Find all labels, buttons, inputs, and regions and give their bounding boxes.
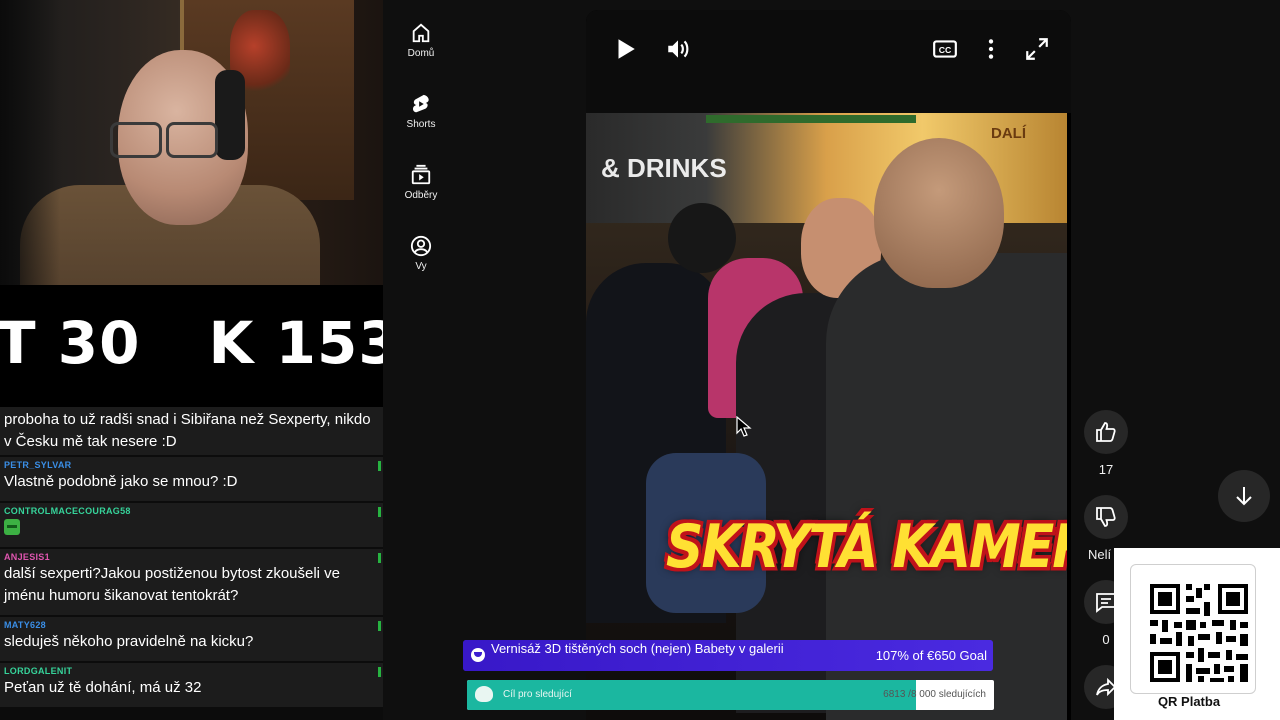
chat-message-text: Peťan už tě dohání, má už 32 — [4, 679, 202, 696]
thumbs-up-icon — [1096, 422, 1116, 442]
like-count: 17 — [1098, 462, 1114, 477]
person-left-hat — [668, 203, 736, 273]
chat-username[interactable]: CONTROLMACECOURAG58 — [4, 505, 379, 517]
nav-item-home[interactable]: Domů — [383, 22, 459, 59]
chat-message-text: sleduješ někoho pravidelně na kicku? — [4, 633, 254, 650]
chat-message: MATY628 sleduješ někoho pravidelně na ki… — [0, 617, 383, 663]
streamer-glasses — [110, 122, 230, 158]
cup-icon — [471, 648, 485, 662]
qr-code-icon — [1150, 584, 1248, 682]
volume-icon[interactable] — [665, 36, 691, 62]
next-video-button[interactable] — [1218, 470, 1270, 522]
like-button[interactable] — [1084, 410, 1128, 454]
chat-username[interactable]: MATY628 — [4, 619, 379, 631]
svg-text:CC: CC — [939, 45, 952, 55]
shorts-player[interactable]: CC & DRINKS DALÍ SKRYTÁ KAMERA — [586, 10, 1071, 720]
chat-message: CONTROLMACECOURAG58 — [0, 503, 383, 549]
chat-username[interactable]: PETR_SYLVAR — [4, 459, 379, 471]
chat-username[interactable]: LORDGALENIT — [4, 665, 379, 677]
scoreboard-text: T 30 K 153 — [0, 309, 383, 377]
nav-item-you[interactable]: Vy — [383, 235, 459, 272]
score-right: K 153 — [208, 309, 383, 377]
follower-goal-widget: Cíl pro sledující 6813 /8 000 sledujícíc… — [467, 680, 994, 710]
more-options-icon[interactable] — [978, 36, 1004, 62]
nav-label-subscriptions: Odběry — [404, 190, 438, 201]
donation-goal-widget: Vernisáž 3D tištěných soch (nejen) Babet… — [463, 640, 993, 671]
nav-label-shorts: Shorts — [406, 119, 436, 130]
home-icon — [412, 23, 430, 43]
chat-username[interactable]: ANJESIS1 — [4, 551, 379, 563]
follower-goal-label: Cíl pro sledující — [503, 689, 572, 700]
chat-emote-icon — [4, 519, 20, 535]
score-left: T 30 — [0, 309, 141, 377]
subscriptions-icon — [411, 164, 431, 185]
person-right-head — [874, 138, 1004, 288]
follower-goal-count: 6813 /8 000 sledujících — [883, 689, 986, 700]
stream-chat: proboha to už radši snad i Sibiřana než … — [0, 407, 383, 720]
nav-item-subscriptions[interactable]: Odběry — [383, 164, 459, 201]
qr-label: QR Platba — [1157, 694, 1221, 709]
video-frame[interactable]: & DRINKS DALÍ SKRYTÁ KAMERA — [586, 113, 1067, 720]
shorts-icon — [412, 94, 429, 113]
webcam-shadow — [0, 0, 60, 285]
player-controls: CC — [586, 10, 1071, 113]
thumbs-down-icon — [1096, 507, 1116, 527]
video-caption: SKRYTÁ KAMERA — [666, 513, 1067, 582]
chat-message: LORDGALENIT Peťan už tě dohání, má už 32 — [0, 663, 383, 709]
chat-message-text: další sexperti?Jakou postiženou bytost z… — [4, 565, 341, 604]
webcam-feed — [0, 0, 383, 285]
arrow-down-icon — [1236, 487, 1252, 506]
chat-message: ANJESIS1 další sexperti?Jakou postiženou… — [0, 549, 383, 617]
drinks-sign: & DRINKS — [601, 153, 727, 183]
fullscreen-icon[interactable] — [1024, 36, 1050, 62]
chat-message: proboha to už radši snad i Sibiřana než … — [0, 407, 383, 457]
nav-item-shorts[interactable]: Shorts — [383, 93, 459, 130]
qr-payment-panel: QR Platba — [1114, 548, 1280, 720]
donation-goal-title: Vernisáž 3D tištěných soch (nejen) Babet… — [491, 641, 784, 656]
account-icon — [410, 235, 432, 257]
scoreboard: T 30 K 153 — [0, 285, 383, 407]
play-icon[interactable] — [612, 36, 638, 62]
nav-label-home: Domů — [407, 48, 435, 59]
captions-icon[interactable]: CC — [932, 36, 958, 62]
chat-message-text: Vlastně podobně jako se mnou? :D — [4, 473, 238, 490]
youtube-sidebar: Domů Shorts Odběry Vy — [383, 0, 459, 720]
follower-mascot-icon — [475, 686, 493, 702]
dislike-button[interactable] — [1084, 495, 1128, 539]
donation-goal-progress: 107% of €650 Goal — [875, 648, 987, 663]
chat-message-text: proboha to už radši snad i Sibiřana než … — [4, 411, 371, 450]
booth-sign: DALÍ — [991, 125, 1026, 142]
nav-label-you: Vy — [415, 261, 427, 272]
mouse-cursor-icon — [736, 416, 752, 437]
chat-message: PETR_SYLVAR Vlastně podobně jako se mnou… — [0, 457, 383, 503]
